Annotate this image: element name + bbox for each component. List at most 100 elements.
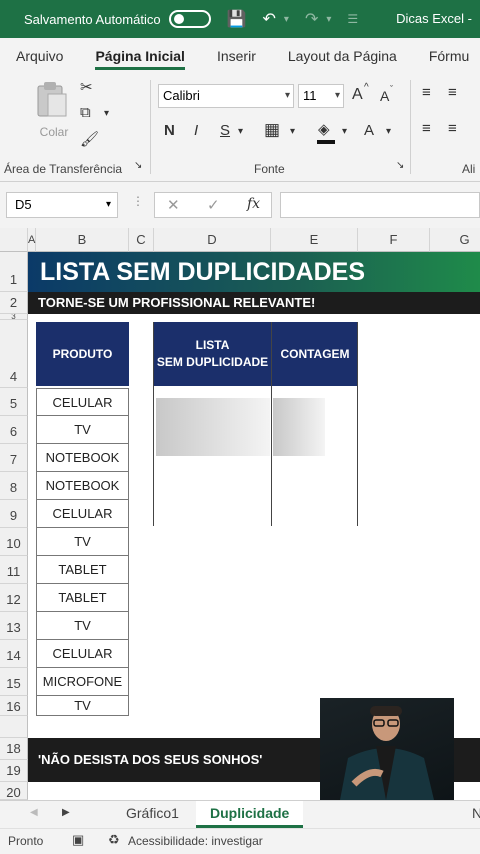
macro-record-icon[interactable]: ▣ [72, 832, 84, 848]
row-header[interactable]: 19 [0, 760, 28, 782]
align-left-icon[interactable]: ≡ [422, 120, 431, 137]
scroll-left-icon[interactable]: ◀ [30, 801, 38, 828]
column-header-f[interactable]: F [358, 228, 430, 252]
tab-layout-da-pagina[interactable]: Layout da Página [288, 48, 397, 64]
row-header[interactable]: 10 [0, 528, 28, 556]
tab-arquivo[interactable]: Arquivo [16, 48, 63, 64]
row-header[interactable]: 12 [0, 584, 28, 612]
font-size-value: 11 [303, 88, 317, 103]
produto-cell[interactable]: CELULAR [36, 388, 129, 416]
undo-dropdown-icon[interactable]: ▾ [284, 14, 289, 25]
produto-cell[interactable]: CELULAR [36, 640, 129, 668]
font-name-select[interactable]: Calibri ▾ [158, 84, 294, 108]
row-header[interactable]: 17 [0, 716, 28, 738]
font-color-dropdown-icon[interactable]: ▾ [386, 126, 391, 137]
save-icon[interactable]: 💾 [227, 9, 247, 29]
autosave-toggle[interactable] [168, 10, 211, 28]
produto-cell[interactable]: TV [36, 696, 129, 716]
undo-icon[interactable]: ↶ [263, 9, 276, 29]
presenter-photo [320, 698, 454, 800]
produto-cell[interactable]: CELULAR [36, 500, 129, 528]
row-header[interactable]: 8 [0, 472, 28, 500]
lista-header-line1: LISTA [195, 338, 230, 352]
copy-icon[interactable]: ⧉ [80, 104, 91, 121]
name-box[interactable]: D5 ▾ [6, 192, 118, 218]
accessibility-icon[interactable]: ♻ [108, 832, 120, 848]
cut-icon[interactable]: ✂ [80, 78, 93, 96]
fill-color-icon[interactable]: ◈ [318, 120, 330, 138]
accessibility-status[interactable]: Acessibilidade: investigar [128, 834, 263, 848]
row-header[interactable]: 11 [0, 556, 28, 584]
sheet-tab-duplicidade[interactable]: Duplicidade [196, 801, 304, 828]
row-header[interactable]: 15 [0, 668, 28, 696]
column-header-e[interactable]: E [271, 228, 358, 252]
paste-button[interactable]: Colar [34, 80, 74, 140]
row-header[interactable]: 9 [0, 500, 28, 528]
italic-button[interactable]: I [194, 122, 198, 139]
row-header[interactable]: 7 [0, 444, 28, 472]
row-header[interactable]: 14 [0, 640, 28, 668]
scroll-right-icon[interactable]: ▶ [62, 801, 70, 828]
row-header[interactable]: 1 [0, 252, 28, 292]
copy-dropdown-icon[interactable]: ▾ [104, 108, 109, 119]
row-header[interactable]: 2 [0, 292, 28, 314]
clipboard-launcher-icon[interactable]: ↘ [134, 160, 142, 171]
produto-cell[interactable]: NOTEBOOK [36, 472, 129, 500]
column-header-d[interactable]: D [154, 228, 271, 252]
name-box-value: D5 [15, 197, 32, 212]
produto-cell[interactable]: TV [36, 416, 129, 444]
insert-function-button[interactable]: fx [247, 196, 260, 212]
produto-cell[interactable]: MICROFONE [36, 668, 129, 696]
shrink-font-button[interactable]: A [380, 88, 389, 104]
cancel-icon[interactable]: ✕ [167, 196, 180, 214]
row-header[interactable]: 18 [0, 738, 28, 760]
selected-count-cells[interactable] [273, 398, 325, 456]
customize-qat-icon[interactable]: ☰ [347, 12, 358, 26]
produto-cell[interactable]: TV [36, 612, 129, 640]
column-header-b[interactable]: B [36, 228, 129, 252]
formula-input[interactable] [280, 192, 480, 218]
tab-formulas[interactable]: Fórmu [429, 48, 469, 64]
produto-cell[interactable]: TV [36, 528, 129, 556]
enter-icon[interactable]: ✓ [207, 196, 220, 214]
worksheet-grid[interactable]: A B C D E F G 1 2 3 4 5 6 7 8 9 10 11 12… [0, 228, 480, 800]
align-middle-icon[interactable]: ≡ [448, 84, 457, 101]
sheet-tab-grafico1[interactable]: Gráfico1 [126, 801, 179, 828]
column-header-g[interactable]: G [430, 228, 480, 252]
row-header[interactable]: 13 [0, 612, 28, 640]
sheet-tab-next[interactable]: N [472, 801, 480, 828]
font-size-select[interactable]: 11 ▾ [298, 84, 344, 108]
produto-cell[interactable]: NOTEBOOK [36, 444, 129, 472]
column-header-c[interactable]: C [129, 228, 154, 252]
row-header[interactable]: 4 [0, 320, 28, 388]
formula-bar-row: D5 ▾ ⋮ ✕ ✓ fx [0, 182, 480, 228]
row-header[interactable]: 20 [0, 782, 28, 800]
column-header-a[interactable]: A [28, 228, 36, 252]
produto-cell[interactable]: TABLET [36, 556, 129, 584]
borders-icon[interactable]: ▦ [264, 120, 280, 140]
more-options-icon[interactable]: ⋮ [132, 194, 144, 208]
font-launcher-icon[interactable]: ↘ [396, 160, 404, 171]
row-header[interactable]: 5 [0, 388, 28, 416]
borders-dropdown-icon[interactable]: ▾ [290, 126, 295, 137]
ribbon: Colar ✂ ⧉ ▾ 🖌 Área de Transferência ↘ Ca… [0, 74, 480, 182]
fill-color-dropdown-icon[interactable]: ▾ [342, 126, 347, 137]
select-all-corner[interactable] [0, 228, 28, 252]
align-top-icon[interactable]: ≡ [422, 84, 431, 101]
tab-pagina-inicial[interactable]: Página Inicial [95, 48, 185, 70]
format-painter-icon[interactable]: 🖌 [80, 130, 99, 148]
underline-button[interactable]: S [220, 122, 230, 139]
underline-dropdown-icon[interactable]: ▾ [238, 126, 243, 137]
grow-font-button[interactable]: A [352, 86, 363, 104]
row-header[interactable]: 16 [0, 696, 28, 716]
redo-icon[interactable]: ↷ [305, 9, 318, 29]
produto-cell[interactable]: TABLET [36, 584, 129, 612]
redo-dropdown-icon[interactable]: ▾ [326, 14, 331, 25]
bold-button[interactable]: N [164, 122, 175, 139]
align-center-icon[interactable]: ≡ [448, 120, 457, 137]
row-header[interactable]: 6 [0, 416, 28, 444]
selected-result-cells[interactable] [156, 398, 270, 456]
font-color-button[interactable]: A [364, 122, 374, 139]
tab-inserir[interactable]: Inserir [217, 48, 256, 64]
person-image [340, 706, 434, 800]
